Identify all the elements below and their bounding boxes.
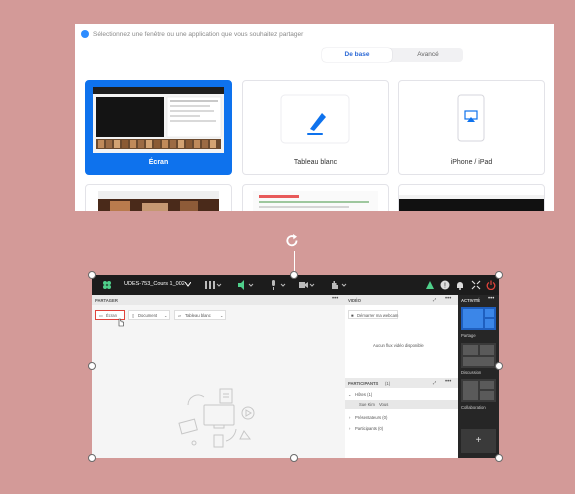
help-icon[interactable]: ! — [440, 280, 450, 290]
resize-handle-bottom-left[interactable] — [88, 454, 96, 462]
start-webcam-button[interactable]: ■ Démarrer ma webcam — [348, 310, 398, 319]
chevron-right-icon: › — [349, 415, 351, 420]
resize-handle-left[interactable] — [88, 362, 96, 370]
participants-title: PARTICIPANTS — [348, 381, 379, 386]
share-screen-label: Écran — [106, 313, 117, 318]
video-pod-title: VIDÉO — [348, 298, 362, 303]
participants-pod-header: PARTICIPANTS (1) ⤢ ••• — [345, 378, 458, 388]
chevron-down-icon[interactable]: ⌄ — [220, 313, 224, 318]
start-webcam-label: Démarrer ma webcam — [357, 312, 399, 318]
tab-avance[interactable]: Avancé — [394, 48, 462, 62]
speaker-icon[interactable] — [237, 280, 255, 290]
participant-row[interactable]: Sue Kim Vous — [345, 400, 458, 409]
share-mode-tabs: De base Avancé — [322, 48, 463, 62]
attendees-group-label: Participants (0) — [355, 426, 384, 431]
chevron-down-icon[interactable] — [185, 282, 191, 287]
share-whiteboard-label: Tableau blanc — [185, 313, 211, 318]
chevron-down-icon[interactable]: ⌄ — [164, 313, 168, 318]
participant-name: Sue Kim — [359, 402, 375, 407]
share-tile-screen[interactable]: Écran — [85, 80, 232, 175]
resize-handle-top-left[interactable] — [88, 271, 96, 279]
hosts-group-label: Hôtes (1) — [355, 392, 373, 397]
cursor-hand-icon — [118, 318, 124, 327]
activity-title: ACTIVITÉ — [461, 298, 481, 303]
tab-de-base[interactable]: De base — [322, 48, 392, 62]
microphone-icon[interactable] — [269, 280, 287, 290]
power-icon[interactable] — [486, 280, 496, 290]
share-document-label: Document — [138, 313, 158, 318]
notification-bell-icon[interactable] — [455, 280, 465, 290]
share-tile-iphone-label: iPhone / iPad — [450, 159, 493, 166]
share-tile-window-1[interactable] — [85, 184, 232, 211]
activity-discussion-label: Discussion — [461, 370, 482, 375]
right-column: VIDÉO ⤢ ••• ■ Démarrer ma webcam Aucun f… — [345, 295, 458, 458]
fullscreen-icon[interactable] — [471, 280, 481, 290]
zoom-logo-icon — [81, 30, 89, 38]
webcam-icon: ■ — [351, 312, 354, 318]
pod-menu-icon[interactable]: ••• — [445, 296, 451, 302]
dialog-title: Sélectionnez une fenêtre ou une applicat… — [93, 31, 304, 38]
add-layout-button[interactable]: + — [461, 429, 496, 453]
share-tile-whiteboard-label: Tableau blanc — [293, 159, 338, 166]
pod-expand-icon[interactable]: ⤢ — [433, 297, 436, 302]
monitor-icon: ▭ — [99, 313, 103, 318]
share-illustration — [178, 388, 255, 448]
chevron-down-icon: ⌄ — [348, 392, 352, 397]
share-tile-whiteboard[interactable]: Tableau blanc — [242, 80, 389, 175]
share-tile-screen-label: Écran — [148, 159, 169, 166]
share-tile-window-3[interactable] — [398, 184, 545, 211]
layout-discussion-thumbnail[interactable] — [461, 343, 496, 368]
svg-text:!: ! — [444, 283, 446, 290]
raise-hand-icon[interactable] — [330, 280, 348, 290]
activity-sharing-label: Partage — [461, 333, 476, 338]
video-pod-header: VIDÉO ⤢ ••• — [345, 295, 458, 305]
share-screen-dialog: Sélectionnez une fenêtre ou une applicat… — [75, 24, 554, 211]
hosts-group[interactable]: ⌄ Hôtes (1) — [345, 390, 458, 399]
pod-menu-icon[interactable]: ••• — [332, 296, 338, 302]
document-icon: ▯ — [132, 313, 135, 318]
layout-grid-icon[interactable] — [205, 280, 223, 290]
resize-handle-top[interactable] — [290, 271, 298, 279]
presenters-group[interactable]: › Présentateurs (0) — [345, 413, 458, 422]
share-document-button[interactable]: ▯ Document ⌄ — [128, 310, 170, 320]
no-video-message: Aucun flux vidéo disponible — [373, 343, 424, 348]
resize-handle-right[interactable] — [495, 362, 503, 370]
meeting-name[interactable]: UDES-753_Cours 1_002 — [124, 281, 185, 287]
whiteboard-icon: ▱ — [178, 313, 182, 318]
participants-count: (1) — [385, 381, 391, 386]
pod-menu-icon[interactable]: ••• — [445, 379, 451, 385]
rotate-icon[interactable] — [284, 233, 300, 249]
participant-role: Vous — [379, 402, 389, 407]
screen-thumbnail — [93, 87, 224, 153]
share-pod: PARTAGER ••• ▭ Écran ▯ Document ⌄ ▱ Tabl… — [92, 295, 345, 458]
chevron-right-icon: › — [349, 426, 351, 431]
share-pod-header: PARTAGER ••• — [92, 295, 345, 305]
airplay-phone-icon — [457, 94, 485, 142]
pod-menu-icon[interactable]: ••• — [488, 296, 494, 302]
share-tile-window-2[interactable] — [242, 184, 389, 211]
activity-sidebar: ACTIVITÉ ••• Partage Discussion Collabor… — [458, 295, 499, 458]
pod-expand-icon[interactable]: ⤢ — [433, 380, 436, 385]
activity-collaboration-label: Collaboration — [461, 405, 486, 410]
resize-handle-bottom[interactable] — [290, 454, 298, 462]
attendees-group[interactable]: › Participants (0) — [345, 424, 458, 433]
camera-icon[interactable] — [298, 280, 316, 290]
resize-handle-bottom-right[interactable] — [495, 454, 503, 462]
presenters-group-label: Présentateurs (0) — [355, 415, 388, 420]
share-whiteboard-button[interactable]: ▱ Tableau blanc ⌄ — [174, 310, 226, 320]
app-logo-icon — [103, 281, 111, 289]
network-status-icon — [426, 281, 434, 289]
whiteboard-pen-icon — [280, 94, 350, 144]
resize-handle-top-right[interactable] — [495, 271, 503, 279]
share-tile-iphone[interactable]: iPhone / iPad — [398, 80, 545, 175]
share-pod-title: PARTAGER — [95, 298, 118, 303]
layout-collaboration-thumbnail[interactable] — [461, 379, 496, 402]
layout-sharing-thumbnail[interactable] — [461, 307, 496, 330]
meeting-window: UDES-753_Cours 1_002 ! PARTAGER ••• ▭ Éc… — [92, 275, 499, 458]
